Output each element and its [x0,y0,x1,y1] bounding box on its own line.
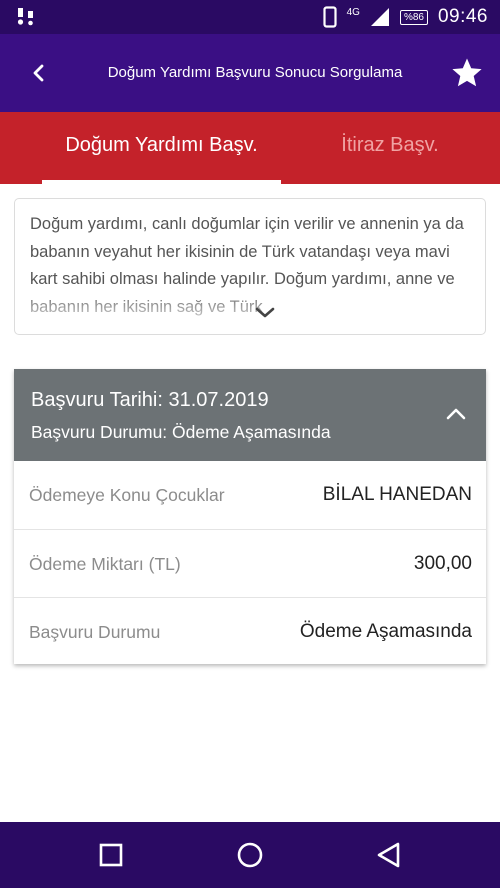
row-label: Başvuru Durumu [29,622,161,642]
notification-footprints-icon [17,8,33,26]
detail-row-amount: Ödeme Miktarı (TL) 300,00 [14,529,486,597]
active-tab-indicator [42,180,281,184]
row-value: Ödeme Aşamasında [299,621,472,642]
system-nav-bar [0,822,500,888]
status-time: 09:46 [437,6,488,27]
row-label: Ödemeye Konu Çocuklar [29,485,225,505]
tab-itiraz[interactable]: İtiraz Başv. [300,112,480,184]
description-text: Doğum yardımı, canlı doğumlar için veril… [30,215,464,316]
back-arrow-icon[interactable] [24,58,54,88]
application-card-header[interactable]: Başvuru Tarihi: 31.07.2019 Başvuru Durum… [14,369,486,461]
application-card: Başvuru Tarihi: 31.07.2019 Başvuru Durum… [14,369,486,664]
application-status: Başvuru Durumu: Ödeme Aşamasında [31,422,331,442]
star-icon[interactable] [450,56,484,90]
signal-icon [370,8,389,26]
battery-indicator: %86 [399,9,428,25]
phone-icon [322,6,337,28]
row-value: 300,00 [413,553,472,574]
detail-row-children: Ödemeye Konu Çocuklar BİLAL HANEDAN [14,461,486,529]
application-date: Başvuru Tarihi: 31.07.2019 [31,389,269,411]
row-value: BİLAL HANEDAN [322,484,472,505]
description-card[interactable]: Doğum yardımı, canlı doğumlar için veril… [14,198,486,335]
triangle-back-icon[interactable] [374,840,404,870]
detail-row-status: Başvuru Durumu Ödeme Aşamasında [14,597,486,665]
page-title: Doğum Yardımı Başvuru Sonucu Sorgulama [107,64,403,81]
circle-icon[interactable] [235,840,265,870]
chevron-down-icon[interactable] [254,306,276,320]
tab-bar: Doğum Yardımı Başv. İtiraz Başv. [0,112,500,184]
square-icon[interactable] [96,840,126,870]
tab-dogum-yardimi[interactable]: Doğum Yardımı Başv. [42,112,281,184]
app-bar: Doğum Yardımı Başvuru Sonucu Sorgulama [0,34,500,112]
status-bar: 4G %86 09:46 [0,0,500,34]
network-type: 4G [346,6,360,18]
chevron-up-icon[interactable] [446,407,466,420]
row-label: Ödeme Miktarı (TL) [29,554,181,574]
